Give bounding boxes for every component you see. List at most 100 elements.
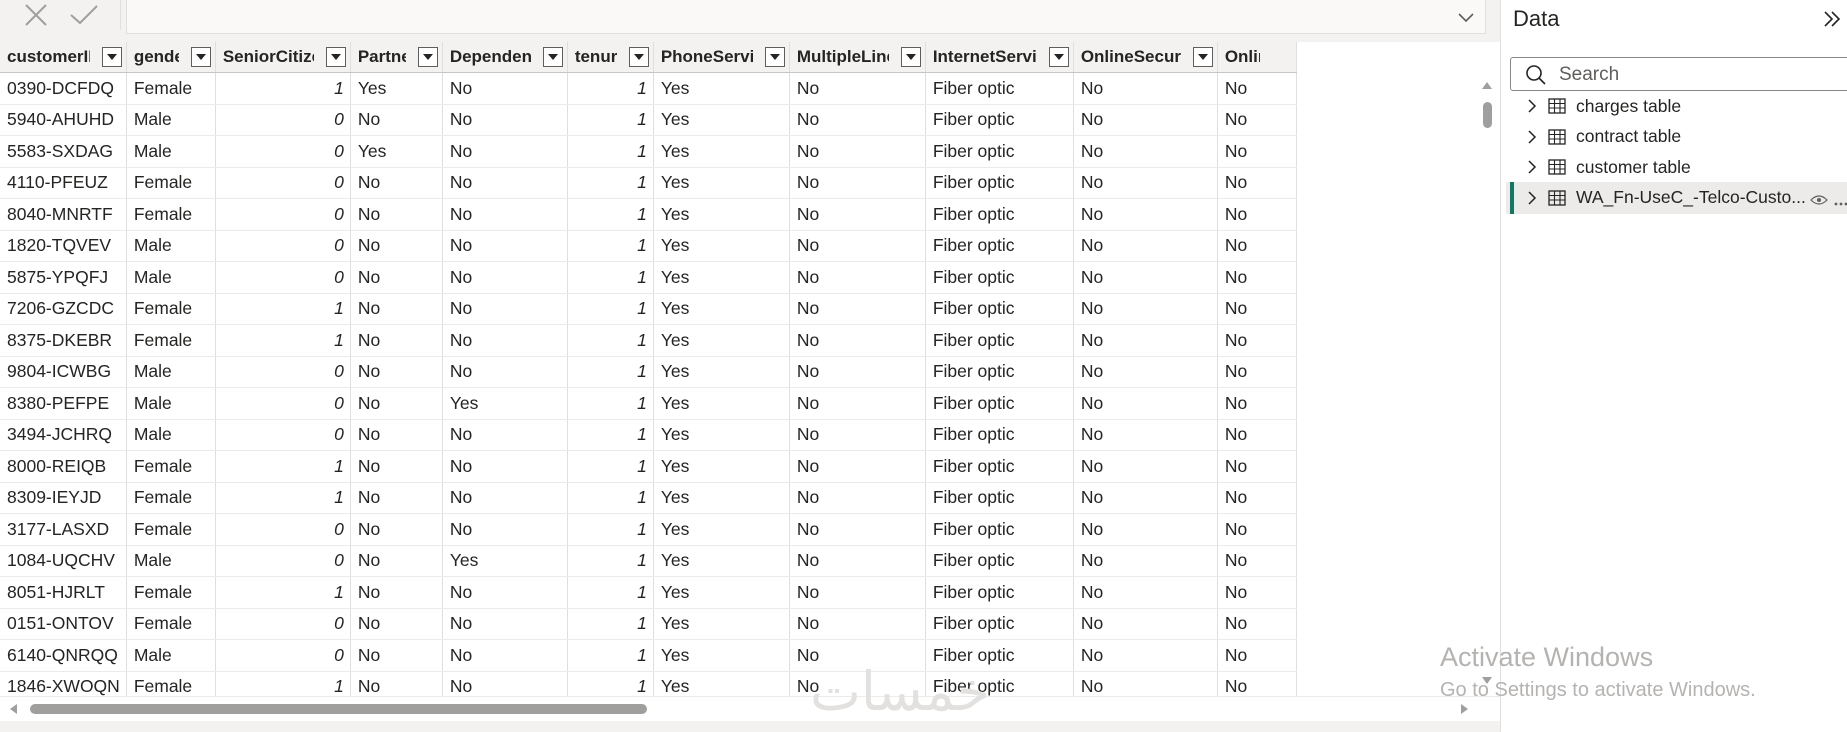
table-cell[interactable]: Yes xyxy=(442,545,568,577)
table-cell[interactable]: No xyxy=(1073,104,1218,136)
table-cell[interactable]: No xyxy=(1217,419,1297,451)
formula-input[interactable] xyxy=(126,0,1486,34)
table-cell[interactable]: No xyxy=(350,261,443,294)
column-header[interactable]: tenure xyxy=(567,42,654,73)
table-cell[interactable]: No xyxy=(442,513,568,546)
table-cell[interactable]: 1 xyxy=(567,167,654,199)
column-filter-button[interactable] xyxy=(764,47,785,67)
table-cell[interactable]: No xyxy=(1073,482,1218,514)
table-cell[interactable]: No xyxy=(1217,167,1297,199)
vertical-scroll-thumb[interactable] xyxy=(1483,102,1492,128)
column-filter-button[interactable] xyxy=(628,47,649,67)
scroll-down-arrow-icon[interactable] xyxy=(1481,676,1493,686)
table-cell[interactable]: 1 xyxy=(567,356,654,388)
table-cell[interactable]: 0 xyxy=(215,198,351,231)
column-filter-button[interactable] xyxy=(190,47,211,67)
vertical-scrollbar[interactable] xyxy=(1478,72,1496,694)
table-cell[interactable]: Yes xyxy=(653,513,790,546)
table-cell[interactable]: Male xyxy=(126,387,216,420)
table-cell[interactable]: 1 xyxy=(567,72,654,105)
column-header[interactable]: customerID xyxy=(0,42,127,73)
table-cell[interactable]: Fiber optic xyxy=(925,324,1074,357)
table-cell[interactable]: 1820-TQVEV xyxy=(0,230,127,262)
table-cell[interactable]: No xyxy=(1073,293,1218,325)
table-cell[interactable]: No xyxy=(789,639,926,672)
table-cell[interactable]: Yes xyxy=(350,135,443,168)
table-cell[interactable]: No xyxy=(350,387,443,420)
table-cell[interactable]: 0 xyxy=(215,545,351,577)
table-cell[interactable]: Yes xyxy=(653,324,790,357)
table-cell[interactable]: No xyxy=(350,639,443,672)
table-cell[interactable]: Fiber optic xyxy=(925,482,1074,514)
table-cell[interactable]: 1 xyxy=(567,608,654,640)
table-cell[interactable]: No xyxy=(1217,545,1297,577)
table-cell[interactable]: No xyxy=(1073,230,1218,262)
table-cell[interactable]: No xyxy=(789,293,926,325)
table-cell[interactable]: No xyxy=(789,261,926,294)
table-cell[interactable]: Male xyxy=(126,230,216,262)
scroll-left-arrow-icon[interactable] xyxy=(8,703,18,715)
table-cell[interactable]: No xyxy=(350,293,443,325)
table-cell[interactable]: No xyxy=(789,608,926,640)
table-cell[interactable]: Female xyxy=(126,293,216,325)
data-pane-search-input[interactable]: Search xyxy=(1510,57,1847,91)
table-cell[interactable]: No xyxy=(442,608,568,640)
table-cell[interactable]: Yes xyxy=(653,72,790,105)
column-header[interactable]: OnlineSecurity xyxy=(1073,42,1218,73)
table-cell[interactable]: 0 xyxy=(215,513,351,546)
table-cell[interactable]: Female xyxy=(126,198,216,231)
table-cell[interactable]: 3494-JCHRQ xyxy=(0,419,127,451)
table-cell[interactable]: 0 xyxy=(215,261,351,294)
table-cell[interactable]: Female xyxy=(126,450,216,483)
expand-chevron-icon[interactable] xyxy=(1522,129,1542,145)
table-cell[interactable]: No xyxy=(442,72,568,105)
table-cell[interactable]: No xyxy=(442,293,568,325)
table-cell[interactable]: No xyxy=(1217,482,1297,514)
table-cell[interactable]: Female xyxy=(126,513,216,546)
table-cell[interactable]: Fiber optic xyxy=(925,104,1074,136)
table-cell[interactable]: 1 xyxy=(215,576,351,609)
table-cell[interactable]: 5940-AHUHD xyxy=(0,104,127,136)
expand-chevron-icon[interactable] xyxy=(1522,190,1542,206)
table-cell[interactable]: Yes xyxy=(653,104,790,136)
table-cell[interactable]: Female xyxy=(126,167,216,199)
table-cell[interactable]: 1 xyxy=(215,482,351,514)
table-cell[interactable]: 1 xyxy=(567,387,654,420)
table-cell[interactable]: 8000-REIQB xyxy=(0,450,127,483)
table-cell[interactable]: No xyxy=(1217,135,1297,168)
table-cell[interactable]: Male xyxy=(126,261,216,294)
column-header[interactable]: InternetService xyxy=(925,42,1074,73)
table-cell[interactable]: No xyxy=(1073,576,1218,609)
table-cell[interactable]: Fiber optic xyxy=(925,293,1074,325)
table-cell[interactable]: 8380-PEFPE xyxy=(0,387,127,420)
table-cell[interactable]: Fiber optic xyxy=(925,513,1074,546)
table-cell[interactable]: 1 xyxy=(567,104,654,136)
table-cell[interactable]: 1 xyxy=(567,293,654,325)
table-cell[interactable]: No xyxy=(1073,450,1218,483)
table-cell[interactable]: 8375-DKEBR xyxy=(0,324,127,357)
table-cell[interactable]: No xyxy=(442,450,568,483)
scroll-right-arrow-icon[interactable] xyxy=(1460,703,1470,715)
table-cell[interactable]: No xyxy=(1217,639,1297,672)
table-cell[interactable]: 0 xyxy=(215,387,351,420)
expand-chevron-icon[interactable] xyxy=(1522,159,1542,175)
table-cell[interactable]: No xyxy=(350,167,443,199)
table-cell[interactable]: 0390-DCFDQ xyxy=(0,72,127,105)
table-cell[interactable]: No xyxy=(789,356,926,388)
table-cell[interactable]: No xyxy=(350,513,443,546)
table-cell[interactable]: No xyxy=(789,198,926,231)
table-cell[interactable]: Yes xyxy=(653,450,790,483)
table-cell[interactable]: 1 xyxy=(567,324,654,357)
table-cell[interactable]: 8051-HJRLT xyxy=(0,576,127,609)
table-cell[interactable]: 3177-LASXD xyxy=(0,513,127,546)
table-cell[interactable]: Fiber optic xyxy=(925,135,1074,168)
table-cell[interactable]: No xyxy=(789,167,926,199)
table-cell[interactable]: 4110-PFEUZ xyxy=(0,167,127,199)
table-cell[interactable]: Female xyxy=(126,608,216,640)
table-cell[interactable]: Yes xyxy=(350,72,443,105)
table-cell[interactable]: No xyxy=(350,545,443,577)
table-cell[interactable]: Female xyxy=(126,324,216,357)
table-cell[interactable]: No xyxy=(789,230,926,262)
column-filter-button[interactable] xyxy=(417,47,438,67)
table-cell[interactable]: No xyxy=(442,104,568,136)
